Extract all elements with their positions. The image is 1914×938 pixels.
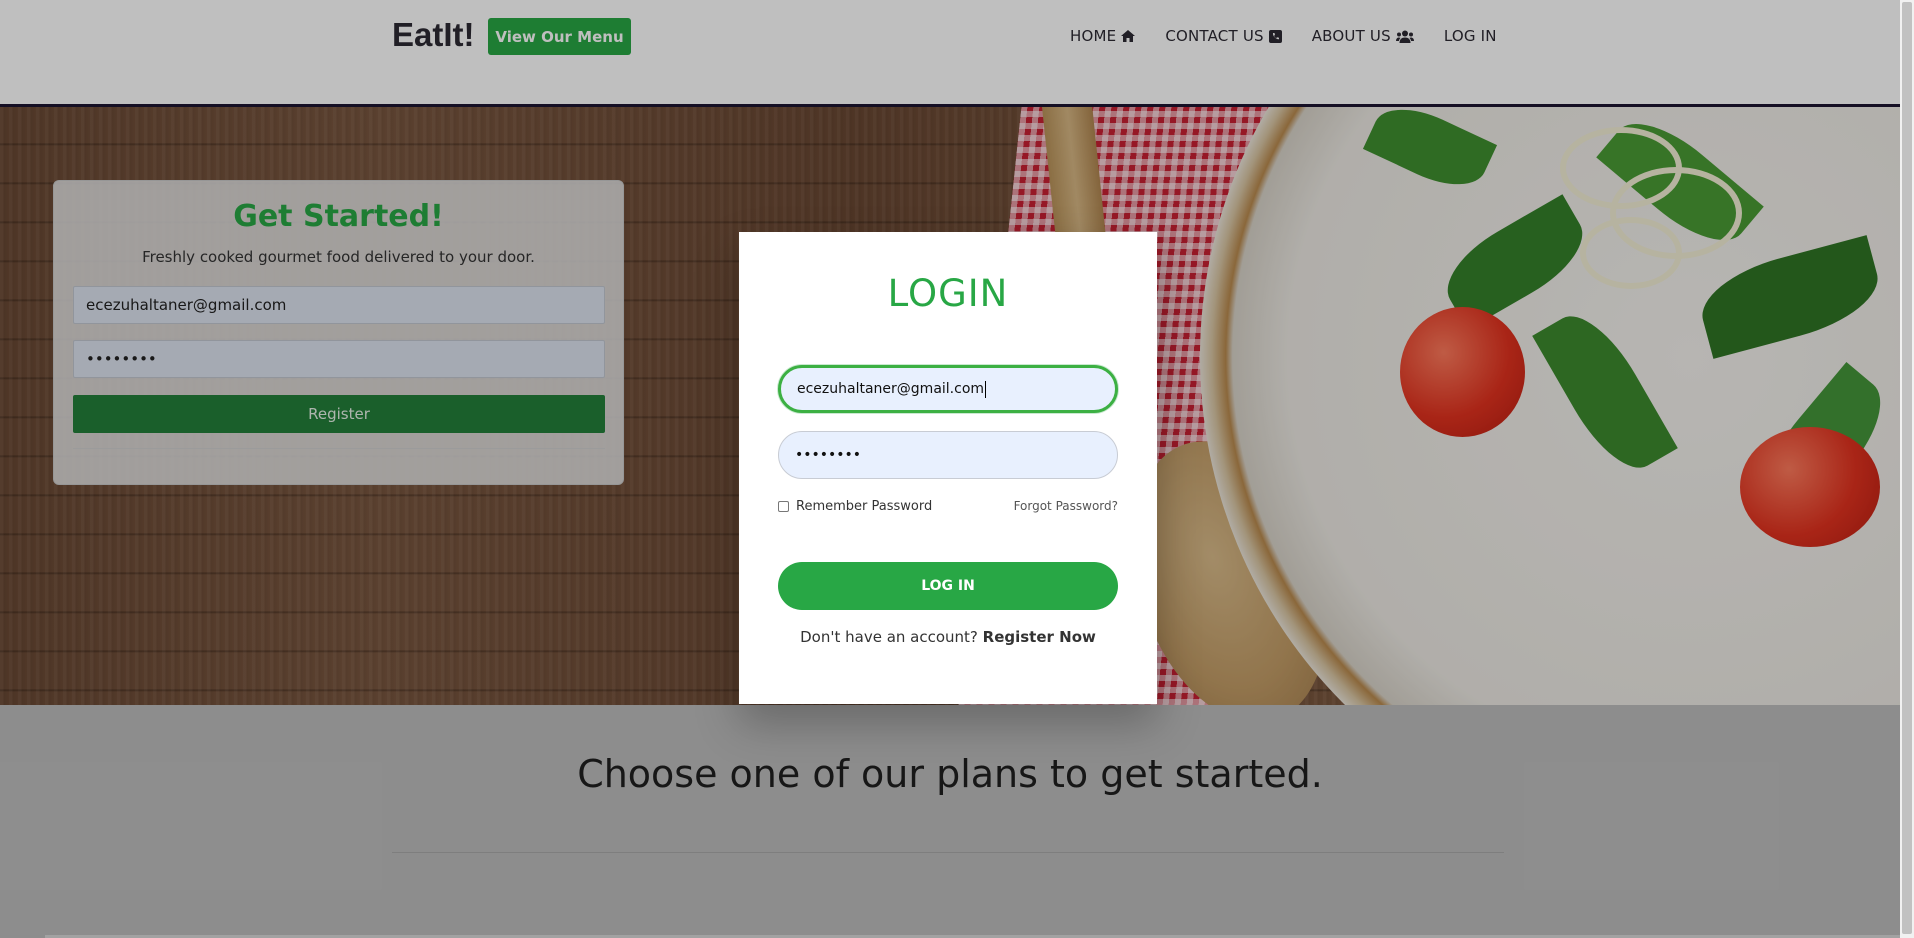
page: EatIt! View Our Menu HOME CONTACT US ABO… bbox=[0, 0, 1914, 938]
scrollbar[interactable] bbox=[1900, 0, 1914, 938]
login-button[interactable]: LOG IN bbox=[778, 562, 1118, 610]
register-prompt: Don't have an account? Register Now bbox=[739, 628, 1157, 646]
text-caret bbox=[985, 380, 987, 398]
login-email-field[interactable]: ecezuhaltaner@gmail.com bbox=[778, 365, 1118, 413]
login-password-field[interactable]: •••••••• bbox=[778, 431, 1118, 479]
remember-row: Remember Password Forgot Password? bbox=[778, 497, 1118, 515]
forgot-password-link[interactable]: Forgot Password? bbox=[1014, 499, 1118, 513]
remember-checkbox[interactable] bbox=[778, 500, 789, 512]
remember-password-toggle[interactable]: Remember Password bbox=[778, 499, 932, 514]
register-now-link[interactable]: Register Now bbox=[983, 628, 1096, 646]
register-prompt-text: Don't have an account? bbox=[800, 628, 983, 646]
remember-label: Remember Password bbox=[796, 498, 933, 514]
login-email-value: ecezuhaltaner@gmail.com bbox=[797, 381, 985, 397]
login-title: LOGIN bbox=[887, 272, 1009, 315]
login-modal: LOGIN ecezuhaltaner@gmail.com •••••••• R… bbox=[739, 232, 1157, 704]
scrollbar-thumb[interactable] bbox=[1902, 2, 1912, 934]
